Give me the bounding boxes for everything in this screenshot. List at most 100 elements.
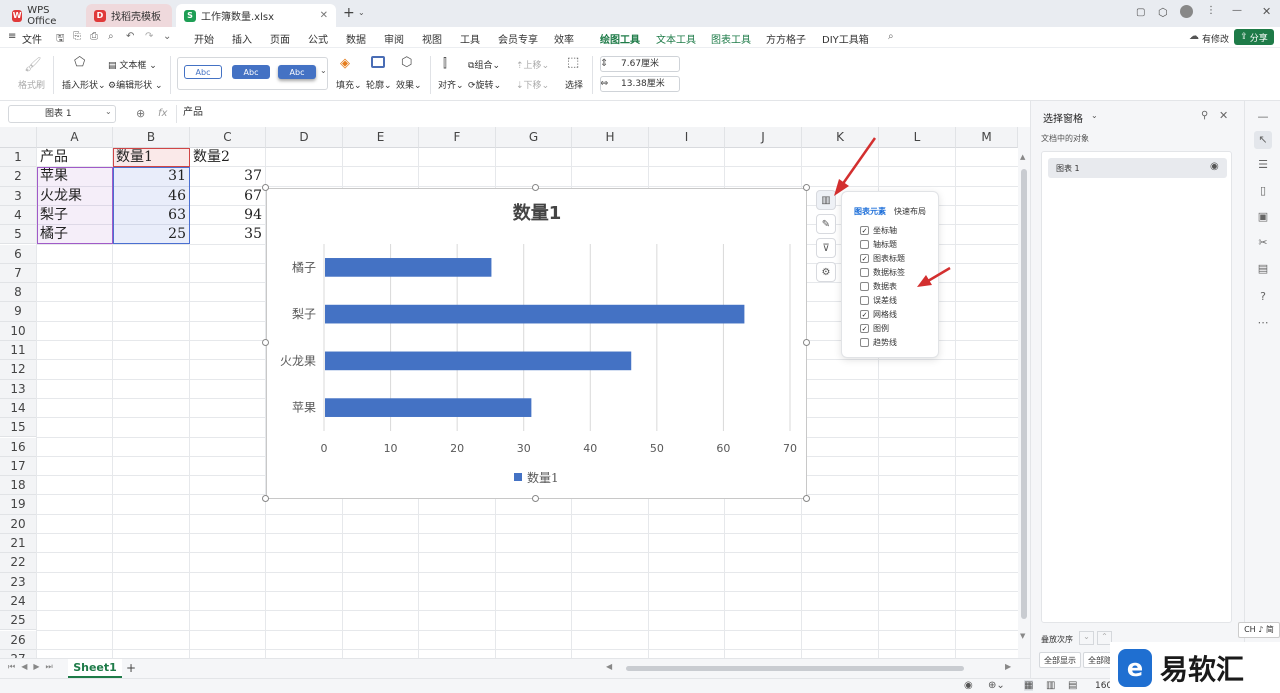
resize-handle[interactable] [532, 495, 539, 502]
horizontal-scroll-thumb[interactable] [626, 666, 964, 671]
cell-A5[interactable]: 橘子 [40, 225, 68, 244]
avatar[interactable] [1180, 5, 1193, 18]
normal-view-icon[interactable]: ▦ [1024, 680, 1034, 691]
cursor-select-icon[interactable]: ↖ [1254, 131, 1272, 149]
ime-indicator[interactable]: CH ♪ 简 [1238, 622, 1280, 638]
row-header-4[interactable]: 4 [0, 205, 37, 226]
cell-B3[interactable]: 46 [113, 187, 186, 206]
style-outline[interactable]: Abc [184, 65, 222, 79]
minimize-pane-icon[interactable]: — [1257, 111, 1269, 123]
select-button[interactable]: 选择 [565, 78, 583, 91]
row-header-11[interactable]: 11 [0, 341, 37, 361]
column-header-E[interactable]: E [343, 127, 419, 148]
column-header-M[interactable]: M [956, 127, 1018, 148]
page-layout-icon[interactable]: ▥ [1046, 680, 1055, 691]
sliders-icon[interactable]: ☰ [1257, 159, 1269, 171]
row-header-3[interactable]: 3 [0, 186, 37, 206]
row-header-7[interactable]: 7 [0, 263, 37, 284]
scroll-thumb[interactable] [1021, 169, 1027, 619]
cell-B2[interactable]: 31 [113, 167, 186, 186]
row-header-22[interactable]: 22 [0, 553, 37, 573]
menu-efficiency[interactable]: 效率 [554, 31, 574, 46]
resize-handle[interactable] [532, 184, 539, 191]
chart-element-8[interactable]: 趋势线 [860, 337, 897, 348]
menu-member[interactable]: 会员专享 [498, 31, 538, 46]
move-down-button[interactable]: ⇣下移⌄ [516, 78, 549, 91]
close-pane-icon[interactable]: ✕ [1219, 109, 1228, 122]
scroll-up-icon[interactable]: ▲ [1020, 153, 1025, 161]
eye-icon[interactable]: ◉ [1210, 161, 1219, 172]
column-header-I[interactable]: I [649, 127, 725, 148]
row-header-23[interactable]: 23 [0, 572, 37, 592]
insert-shape-button[interactable]: 插入形状⌄ [62, 78, 106, 91]
column-header-H[interactable]: H [572, 127, 649, 148]
row-header-17[interactable]: 17 [0, 456, 37, 477]
menu-view[interactable]: 视图 [422, 31, 442, 46]
chevron-down-icon[interactable]: ⌄ [105, 107, 112, 116]
undo-icon[interactable]: ↶ [126, 31, 134, 42]
resize-handle[interactable] [803, 339, 810, 346]
cell-B1[interactable]: 数量1 [116, 148, 153, 167]
row-header-27[interactable]: 27 [0, 649, 37, 658]
vertical-scrollbar[interactable]: ▲ ▼ [1018, 127, 1030, 658]
close-tab-icon[interactable]: ✕ [320, 10, 328, 21]
menu-chart-tools[interactable]: 图表工具 [711, 31, 751, 46]
row-header-18[interactable]: 18 [0, 476, 37, 496]
cell-B5[interactable]: 25 [113, 225, 186, 244]
chart-element-6[interactable]: ✓ 网格线 [860, 309, 897, 320]
row-header-10[interactable]: 10 [0, 321, 37, 341]
menu-insert[interactable]: 插入 [232, 31, 252, 46]
cell-C2[interactable]: 37 [190, 167, 262, 186]
row-header-9[interactable]: 9 [0, 302, 37, 322]
row-header-12[interactable]: 12 [0, 360, 37, 380]
chevron-down-icon[interactable]: ⌄ [163, 31, 171, 42]
resize-handle[interactable] [262, 339, 269, 346]
chart-element-7[interactable]: ✓ 图例 [860, 323, 889, 334]
rotate-button[interactable]: ⟳旋转⌄ [468, 78, 501, 91]
menu-review[interactable]: 审阅 [384, 31, 404, 46]
resize-handle[interactable] [262, 495, 269, 502]
fill-button[interactable]: 填充⌄ [336, 78, 362, 91]
format-brush-button[interactable]: 格式刷 [18, 78, 45, 91]
has-edit-label[interactable]: 有修改 [1202, 32, 1229, 45]
show-all-button[interactable]: 全部显示 [1039, 652, 1081, 668]
cell-A2[interactable]: 苹果 [40, 167, 68, 186]
menu-tools[interactable]: 工具 [460, 31, 480, 46]
menu-formula[interactable]: 公式 [308, 31, 328, 46]
style-shadow[interactable]: Abc [278, 65, 316, 79]
pin-icon[interactable]: ⚲ [1201, 110, 1208, 121]
textbox-button[interactable]: ▤ 文本框 ⌄ [108, 58, 157, 71]
menu-page[interactable]: 页面 [270, 31, 290, 46]
chart-object[interactable]: 数量1 0 10 20 30 40 50 60 70 苹果 火龙果 梨子 橘子 数量1 [262, 184, 810, 502]
object-item-chart[interactable]: 图表 1 ◉ [1048, 158, 1227, 178]
row-header-2[interactable]: 2 [0, 167, 37, 187]
cell-C4[interactable]: 94 [190, 206, 262, 225]
column-header-D[interactable]: D [266, 127, 343, 148]
row-header-15[interactable]: 15 [0, 418, 37, 438]
checkbox-icon[interactable]: ✓ [860, 324, 869, 333]
tab-workbook[interactable]: S 工作簿数量.xlsx ✕ [176, 4, 336, 27]
checkbox-icon[interactable] [860, 338, 869, 347]
group-button[interactable]: ⧉组合⌄ [468, 58, 500, 71]
column-header-G[interactable]: G [496, 127, 572, 148]
cell-A3[interactable]: 火龙果 [40, 187, 82, 206]
tools-icon[interactable]: ✂ [1257, 237, 1269, 249]
name-box[interactable]: 图表 1 [8, 105, 116, 123]
edit-shape-button[interactable]: ⚙编辑形状 ⌄ [108, 78, 163, 91]
cube-icon[interactable]: ⬡ [1158, 6, 1168, 19]
zoom-icon[interactable]: ⊕ [136, 107, 145, 120]
cell-B4[interactable]: 63 [113, 206, 186, 225]
menu-drawing-tools[interactable]: 绘图工具 [600, 31, 640, 51]
minimize-icon[interactable]: — [1232, 5, 1242, 16]
row-header-1[interactable]: 1 [0, 148, 37, 168]
tab-wps-office[interactable]: W WPS Office [4, 4, 82, 27]
menu-file[interactable]: 文件 [22, 31, 42, 46]
book-icon[interactable]: ▤ [1257, 263, 1269, 275]
scroll-down-icon[interactable]: ▼ [1020, 632, 1025, 640]
new-tab-icon[interactable]: + [343, 5, 355, 21]
column-header-C[interactable]: C [190, 127, 266, 148]
preview-icon[interactable]: ⌕ [108, 31, 114, 42]
column-header-J[interactable]: J [725, 127, 802, 148]
resize-handle[interactable] [803, 495, 810, 502]
formula-input[interactable]: 产品 [176, 105, 1021, 123]
